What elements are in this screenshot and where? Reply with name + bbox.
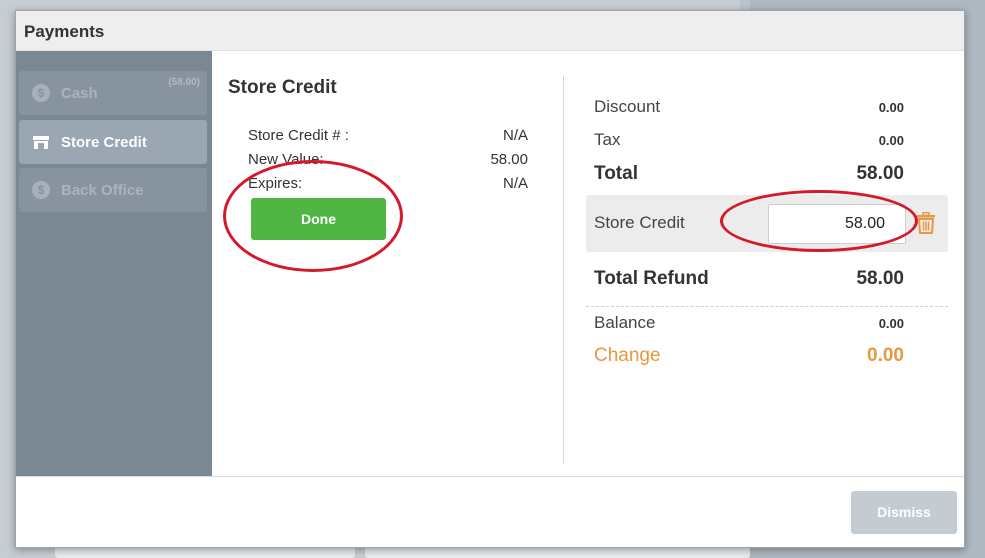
sidebar-item-store-credit[interactable]: Store Credit [19, 120, 207, 164]
payment-summary: Discount 0.00 Tax 0.00 Total 58.00 Store… [586, 51, 954, 476]
row-label: Tax [594, 130, 621, 149]
sidebar-item-label: Store Credit [61, 134, 147, 151]
annotation-circle-store-credit [720, 190, 918, 252]
sidebar-item-cash[interactable]: $ Cash (58.00) [19, 71, 207, 115]
modal-header: Payments [16, 11, 964, 51]
sidebar-item-amount: (58.00) [168, 77, 200, 88]
sidebar-item-label: Cash [61, 85, 98, 102]
row-label: Change [594, 345, 661, 366]
sidebar-item-back-office[interactable]: $ Back Office [19, 168, 207, 212]
payment-methods-sidebar: $ Cash (58.00) Store Credit $ Back Offic… [16, 51, 212, 476]
row-label: Total [594, 163, 638, 184]
row-value: 0.00 [878, 133, 904, 148]
modal-title: Payments [24, 22, 105, 41]
dollar-icon: $ [32, 84, 50, 102]
row-value: 0.00 [878, 100, 904, 115]
row-label: Store Credit # : [248, 127, 349, 144]
annotation-circle-done [223, 160, 403, 272]
row-value: 0.00 [878, 316, 904, 331]
row-value: 58.00 [856, 268, 904, 289]
store-credit-label: Store Credit [594, 213, 685, 232]
row-value: 58.00 [490, 151, 528, 168]
dismiss-button[interactable]: Dismiss [851, 491, 957, 534]
footer-divider [16, 476, 964, 477]
trash-icon[interactable] [916, 211, 936, 234]
row-value: 0.00 [867, 345, 904, 366]
dollar-icon: $ [32, 181, 50, 199]
row-value: N/A [502, 175, 528, 192]
summary-divider [586, 306, 948, 307]
store-icon [32, 133, 50, 151]
row-value: 58.00 [856, 163, 904, 184]
row-label: Discount [594, 97, 661, 116]
panel-title: Store Credit [228, 77, 337, 98]
panel-divider [563, 76, 564, 464]
sidebar-item-label: Back Office [61, 182, 144, 199]
row-label: Balance [594, 313, 656, 332]
row-label: Total Refund [594, 268, 709, 289]
row-value: N/A [502, 127, 528, 144]
payments-modal: Payments $ Cash (58.00) Store Credit $ B… [15, 10, 965, 548]
